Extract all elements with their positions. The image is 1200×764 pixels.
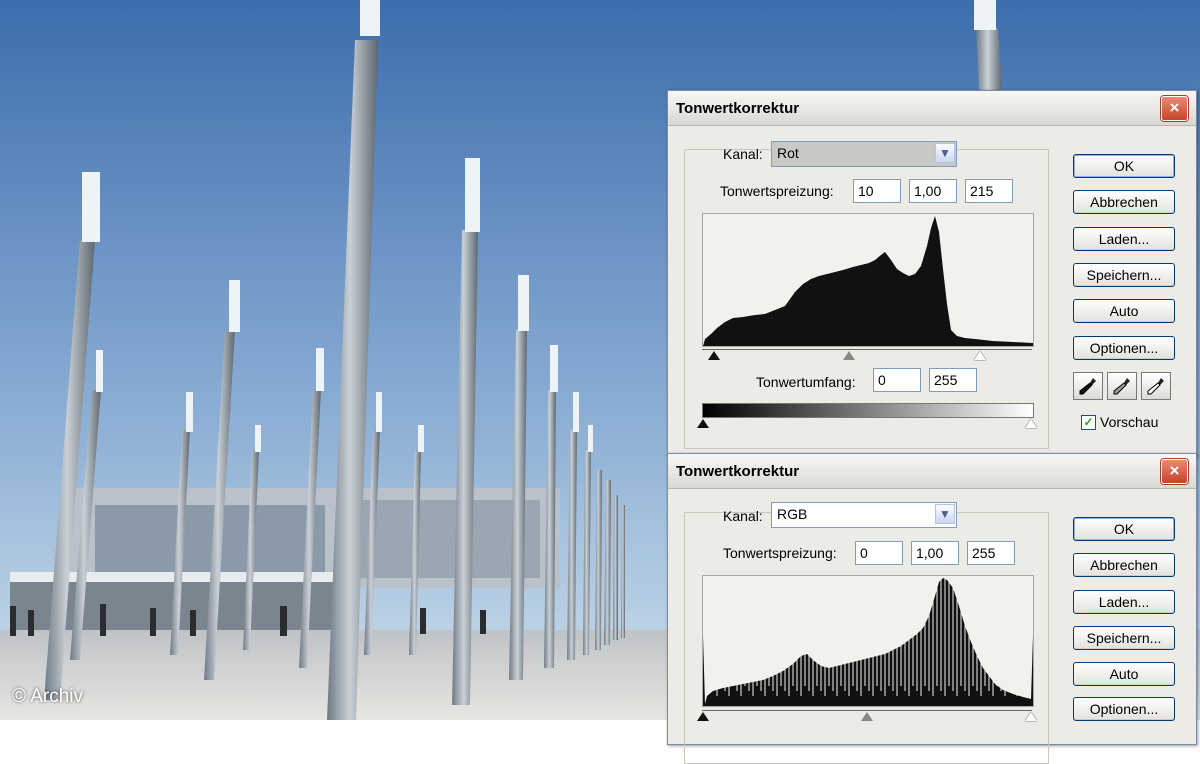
output-gradient-bar xyxy=(702,403,1034,418)
white-point-handle[interactable] xyxy=(974,351,986,360)
levels-dialog-rgb: Tonwertkorrektur × Kanal: RGB ▼ Tonwerts… xyxy=(667,453,1197,764)
eyedropper-group xyxy=(1073,372,1171,400)
dialog-title: Tonwertkorrektur xyxy=(676,463,800,480)
histogram-graph xyxy=(703,216,1033,346)
eyedropper-white-icon xyxy=(1147,378,1164,395)
cancel-button[interactable]: Abbrechen xyxy=(1073,553,1175,577)
output-black-handle[interactable] xyxy=(697,419,709,428)
input-white-field[interactable]: 255 xyxy=(967,541,1015,565)
eyedropper-gray-icon xyxy=(1113,378,1130,395)
input-black-field[interactable]: 10 xyxy=(853,179,901,203)
histogram xyxy=(702,213,1034,347)
output-slider xyxy=(697,418,1037,430)
close-button[interactable]: × xyxy=(1161,96,1188,121)
input-white-field[interactable]: 215 xyxy=(965,179,1013,203)
black-point-handle[interactable] xyxy=(708,351,720,360)
options-button[interactable]: Optionen... xyxy=(1073,697,1175,721)
output-levels-label: Tonwertumfang: xyxy=(756,374,856,390)
output-black-field[interactable]: 0 xyxy=(873,368,921,392)
input-slider xyxy=(702,349,1032,362)
cancel-button[interactable]: Abbrechen xyxy=(1073,190,1175,214)
close-icon: × xyxy=(1169,98,1180,117)
black-eyedropper-button[interactable] xyxy=(1073,372,1103,400)
gray-eyedropper-button[interactable] xyxy=(1107,372,1137,400)
title-bar[interactable]: Tonwertkorrektur × xyxy=(668,91,1196,126)
title-bar[interactable]: Tonwertkorrektur × xyxy=(668,454,1196,489)
options-button[interactable]: Optionen... xyxy=(1073,336,1175,360)
ok-button[interactable]: OK xyxy=(1073,517,1175,541)
close-icon: × xyxy=(1169,461,1180,480)
preview-label: Vorschau xyxy=(1100,414,1159,430)
histogram xyxy=(702,575,1034,707)
channel-value: Rot xyxy=(777,145,799,161)
ok-button[interactable]: OK xyxy=(1073,154,1175,178)
dialog-title: Tonwertkorrektur xyxy=(676,100,800,117)
close-button[interactable]: × xyxy=(1161,459,1188,484)
channel-label: Kanal: xyxy=(723,508,763,524)
save-button[interactable]: Speichern... xyxy=(1073,263,1175,287)
output-white-handle[interactable] xyxy=(1025,419,1037,428)
white-eyedropper-button[interactable] xyxy=(1141,372,1171,400)
photo-credit: © Archiv xyxy=(12,686,84,707)
checkmark-icon[interactable]: ✓ xyxy=(1081,414,1096,430)
channel-select[interactable]: RGB ▼ xyxy=(771,502,957,528)
chevron-down-icon[interactable]: ▼ xyxy=(935,504,955,524)
auto-button[interactable]: Auto xyxy=(1073,662,1175,686)
histogram-graph xyxy=(703,576,1033,706)
output-white-field[interactable]: 255 xyxy=(929,368,977,392)
input-levels-label: Tonwertspreizung: xyxy=(720,183,834,199)
chevron-down-icon[interactable]: ▼ xyxy=(935,143,955,163)
gamma-handle[interactable] xyxy=(843,351,855,360)
levels-dialog-red: Tonwertkorrektur × Kanal: Rot ▼ Tonwerts… xyxy=(667,90,1197,457)
preview-checkbox[interactable]: ✓ Vorschau xyxy=(1081,414,1158,430)
input-slider xyxy=(697,710,1037,723)
input-gamma-field[interactable]: 1,00 xyxy=(909,179,957,203)
channel-select[interactable]: Rot ▼ xyxy=(771,141,957,167)
save-button[interactable]: Speichern... xyxy=(1073,626,1175,650)
eyedropper-black-icon xyxy=(1079,378,1096,395)
channel-label: Kanal: xyxy=(723,146,763,162)
input-levels-label: Tonwertspreizung: xyxy=(723,545,837,561)
channel-value: RGB xyxy=(777,506,808,522)
auto-button[interactable]: Auto xyxy=(1073,299,1175,323)
input-gamma-field[interactable]: 1,00 xyxy=(911,541,959,565)
load-button[interactable]: Laden... xyxy=(1073,590,1175,614)
input-black-field[interactable]: 0 xyxy=(855,541,903,565)
load-button[interactable]: Laden... xyxy=(1073,227,1175,251)
